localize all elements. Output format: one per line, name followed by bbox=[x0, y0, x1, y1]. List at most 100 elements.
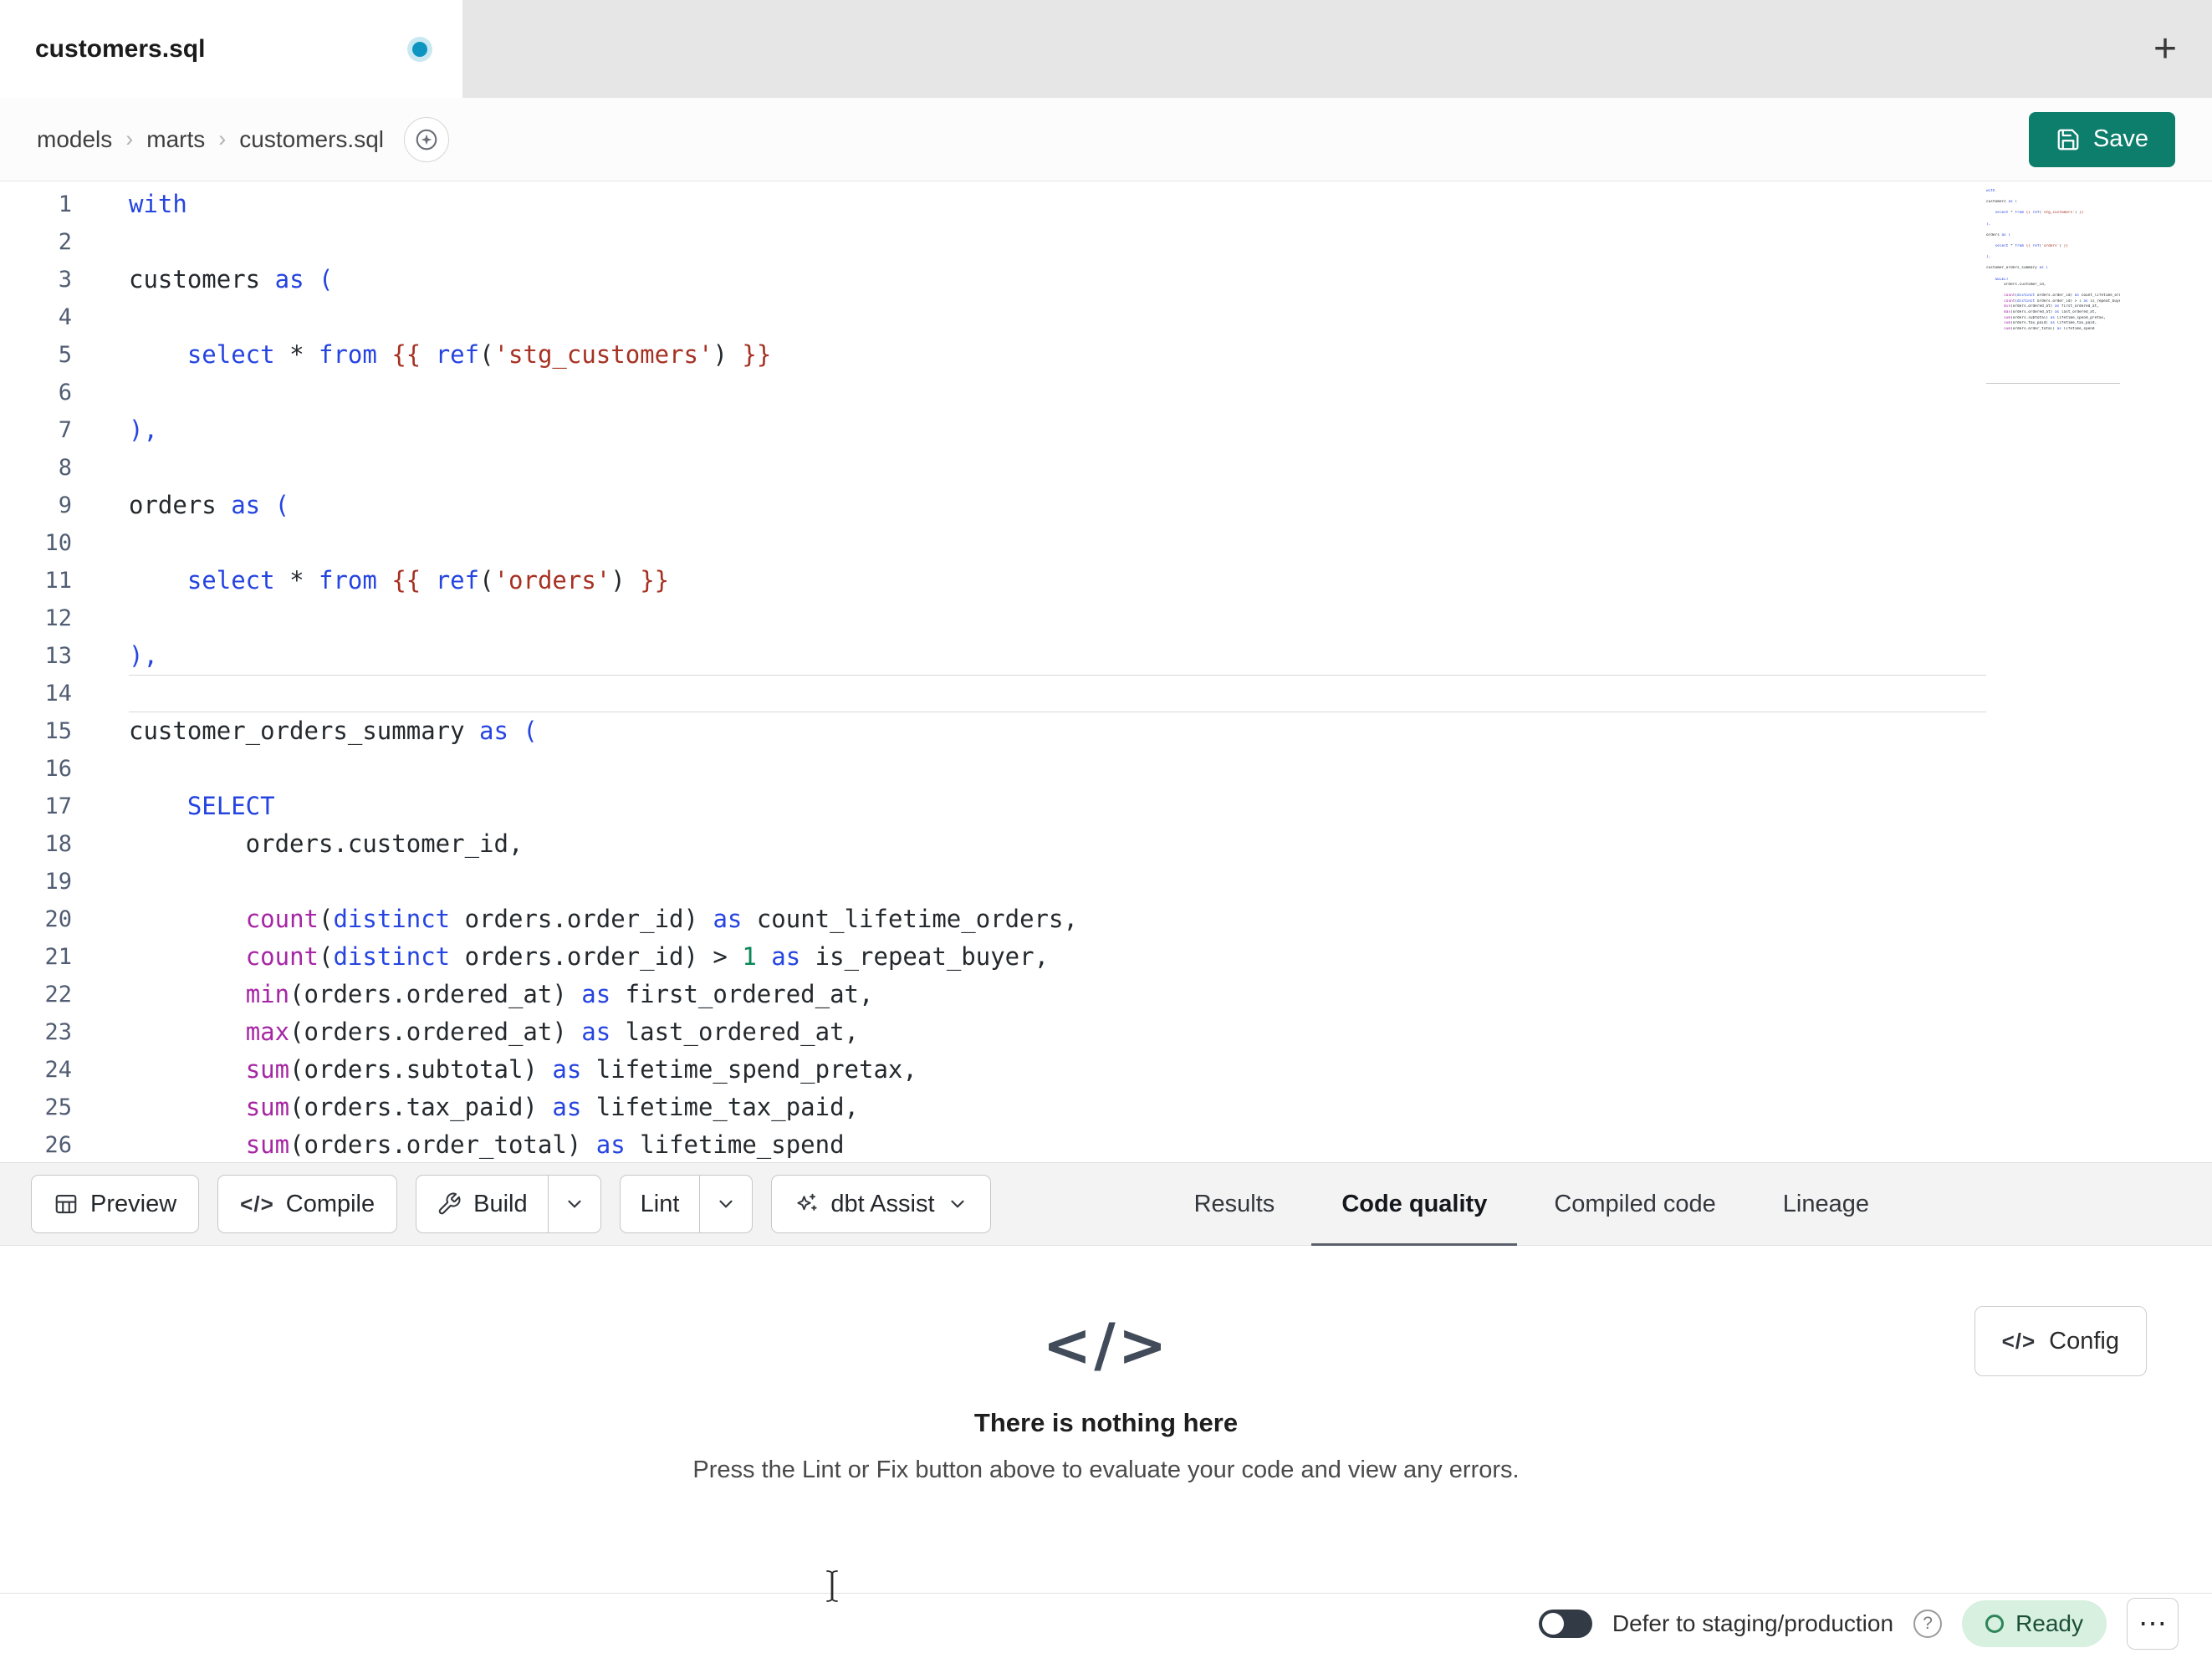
line-number: 13 bbox=[44, 643, 72, 669]
hammer-icon bbox=[437, 1191, 462, 1217]
save-button[interactable]: Save bbox=[2028, 111, 2175, 167]
code-quality-panel: </> There is nothing here Press the Lint… bbox=[0, 1246, 2212, 1593]
code-line[interactable]: customer_orders_summary as ( bbox=[129, 712, 1986, 750]
code-line[interactable]: SELECT bbox=[129, 788, 1986, 825]
code-line[interactable]: ), bbox=[129, 411, 1986, 449]
tab-lineage[interactable]: Lineage bbox=[1750, 1163, 1903, 1245]
line-number: 25 bbox=[44, 1094, 72, 1120]
build-button[interactable]: Build bbox=[416, 1176, 548, 1232]
lint-button-group: Lint bbox=[619, 1175, 754, 1233]
breadcrumb-models[interactable]: models bbox=[37, 126, 112, 153]
line-number: 26 bbox=[44, 1132, 72, 1158]
action-toolbar: Preview </> Compile Build Lint dbt Assis… bbox=[0, 1162, 2212, 1246]
line-number: 21 bbox=[44, 944, 72, 970]
code-line[interactable]: ), bbox=[129, 637, 1986, 675]
editor-tab-bar: customers.sql + bbox=[0, 0, 2212, 98]
code-line[interactable]: sum(orders.subtotal) as lifetime_spend_p… bbox=[129, 1051, 1986, 1089]
status-badge: Ready bbox=[1962, 1599, 2107, 1647]
build-button-group: Build bbox=[416, 1175, 601, 1233]
table-icon bbox=[54, 1191, 79, 1217]
line-number: 2 bbox=[58, 229, 72, 255]
code-line[interactable]: count(distinct orders.order_id) > 1 as i… bbox=[129, 938, 1986, 976]
compile-label: Compile bbox=[285, 1190, 375, 1217]
line-number: 20 bbox=[44, 906, 72, 932]
code-line[interactable]: select * from {{ ref('orders') }} bbox=[129, 562, 1986, 599]
code-line[interactable]: sum(orders.order_total) as lifetime_spen… bbox=[129, 1126, 1986, 1162]
code-line[interactable]: with bbox=[129, 186, 1986, 223]
line-number: 23 bbox=[44, 1019, 72, 1045]
config-button[interactable]: </> Config bbox=[1974, 1306, 2147, 1376]
code-line[interactable]: orders as ( bbox=[129, 487, 1986, 524]
code-icon: </> bbox=[2001, 1328, 2036, 1354]
more-options-button[interactable]: ⋯ bbox=[2127, 1597, 2179, 1650]
dbt-assist-button[interactable]: dbt Assist bbox=[771, 1175, 991, 1233]
line-number: 14 bbox=[44, 681, 72, 707]
code-line[interactable]: sum(orders.tax_paid) as lifetime_tax_pai… bbox=[129, 1089, 1986, 1126]
breadcrumb-marts[interactable]: marts bbox=[146, 126, 205, 153]
copilot-icon bbox=[414, 127, 439, 152]
breadcrumb-file: customers.sql bbox=[239, 125, 384, 152]
line-number: 19 bbox=[44, 869, 72, 895]
line-number: 1 bbox=[58, 191, 72, 217]
minimap[interactable]: with customers as ( select * from {{ ref(… bbox=[1986, 189, 2120, 384]
code-line[interactable]: orders.customer_id, bbox=[129, 825, 1986, 863]
empty-state-subtitle: Press the Lint or Fix button above to ev… bbox=[692, 1457, 1520, 1483]
defer-toggle[interactable] bbox=[1538, 1609, 1592, 1638]
tab-customers-sql[interactable]: customers.sql bbox=[0, 0, 462, 98]
code-line[interactable] bbox=[129, 599, 1986, 637]
editor-right-rail: with customers as ( select * from {{ ref(… bbox=[1986, 186, 2212, 1162]
code-line[interactable] bbox=[129, 863, 1986, 900]
line-number: 3 bbox=[58, 267, 72, 293]
save-icon bbox=[2056, 127, 2081, 152]
line-number: 4 bbox=[58, 304, 72, 330]
tab-title: customers.sql bbox=[35, 34, 206, 63]
line-number: 8 bbox=[58, 455, 72, 481]
line-number: 12 bbox=[44, 605, 72, 631]
build-dropdown-button[interactable] bbox=[547, 1176, 600, 1232]
compile-button[interactable]: </> Compile bbox=[217, 1175, 398, 1233]
empty-state-title: There is nothing here bbox=[973, 1408, 1239, 1437]
code-line[interactable] bbox=[129, 524, 1986, 562]
lint-button[interactable]: Lint bbox=[621, 1176, 700, 1232]
new-tab-button[interactable]: + bbox=[2153, 28, 2177, 69]
code-editor[interactable]: 1 2 3 4 5 6 7 8 9 10 11 12 13 14 15 16 17 18 19 20 21 22 23 24 2… bbox=[0, 181, 2212, 1162]
code-line[interactable]: min(orders.ordered_at) as first_ordered_… bbox=[129, 976, 1986, 1013]
lint-dropdown-button[interactable] bbox=[699, 1176, 752, 1232]
breadcrumb-separator-icon: › bbox=[125, 126, 134, 151]
code-line[interactable] bbox=[129, 750, 1986, 788]
ready-ring-icon bbox=[1985, 1614, 2005, 1633]
ready-label: Ready bbox=[2015, 1610, 2083, 1636]
code-line[interactable]: max(orders.ordered_at) as last_ordered_a… bbox=[129, 1013, 1986, 1051]
line-number: 15 bbox=[44, 718, 72, 744]
dbt-ide-window: customers.sql + models › marts › custome… bbox=[0, 0, 2212, 1653]
dbt-copilot-button[interactable] bbox=[403, 116, 449, 162]
code-line[interactable]: customers as ( bbox=[129, 261, 1986, 298]
code-line[interactable] bbox=[129, 374, 1986, 411]
line-number: 16 bbox=[44, 756, 72, 782]
code-content[interactable]: with customers as ( select * from {{ ref(… bbox=[94, 186, 1986, 1162]
preview-label: Preview bbox=[90, 1190, 177, 1217]
result-panel-tabs: Results Code quality Compiled code Linea… bbox=[1161, 1163, 1903, 1246]
active-code-line[interactable] bbox=[129, 675, 1986, 712]
line-number: 5 bbox=[58, 342, 72, 368]
code-line[interactable]: select * from {{ ref('stg_customers') }} bbox=[129, 336, 1986, 374]
code-line[interactable] bbox=[129, 298, 1986, 336]
tab-results[interactable]: Results bbox=[1161, 1163, 1309, 1245]
line-number: 18 bbox=[44, 831, 72, 857]
code-line[interactable] bbox=[129, 449, 1986, 487]
help-icon[interactable]: ? bbox=[1913, 1609, 1943, 1638]
tab-compiled-code[interactable]: Compiled code bbox=[1520, 1163, 1749, 1245]
unsaved-changes-indicator bbox=[412, 41, 427, 57]
defer-label: Defer to staging/production bbox=[1612, 1610, 1894, 1636]
line-number: 11 bbox=[44, 568, 72, 594]
breadcrumb: models › marts › customers.sql bbox=[37, 126, 384, 153]
code-line[interactable]: count(distinct orders.order_id) as count… bbox=[129, 900, 1986, 938]
empty-state-code-icon: </> bbox=[1042, 1311, 1170, 1380]
code-icon: </> bbox=[240, 1191, 274, 1217]
code-line[interactable] bbox=[129, 223, 1986, 261]
tab-code-quality[interactable]: Code quality bbox=[1308, 1163, 1520, 1246]
preview-button[interactable]: Preview bbox=[31, 1175, 200, 1233]
save-label: Save bbox=[2092, 125, 2148, 152]
file-header-bar: models › marts › customers.sql Save bbox=[0, 98, 2212, 181]
tab-compiled-code-label: Compiled code bbox=[1554, 1190, 1716, 1217]
